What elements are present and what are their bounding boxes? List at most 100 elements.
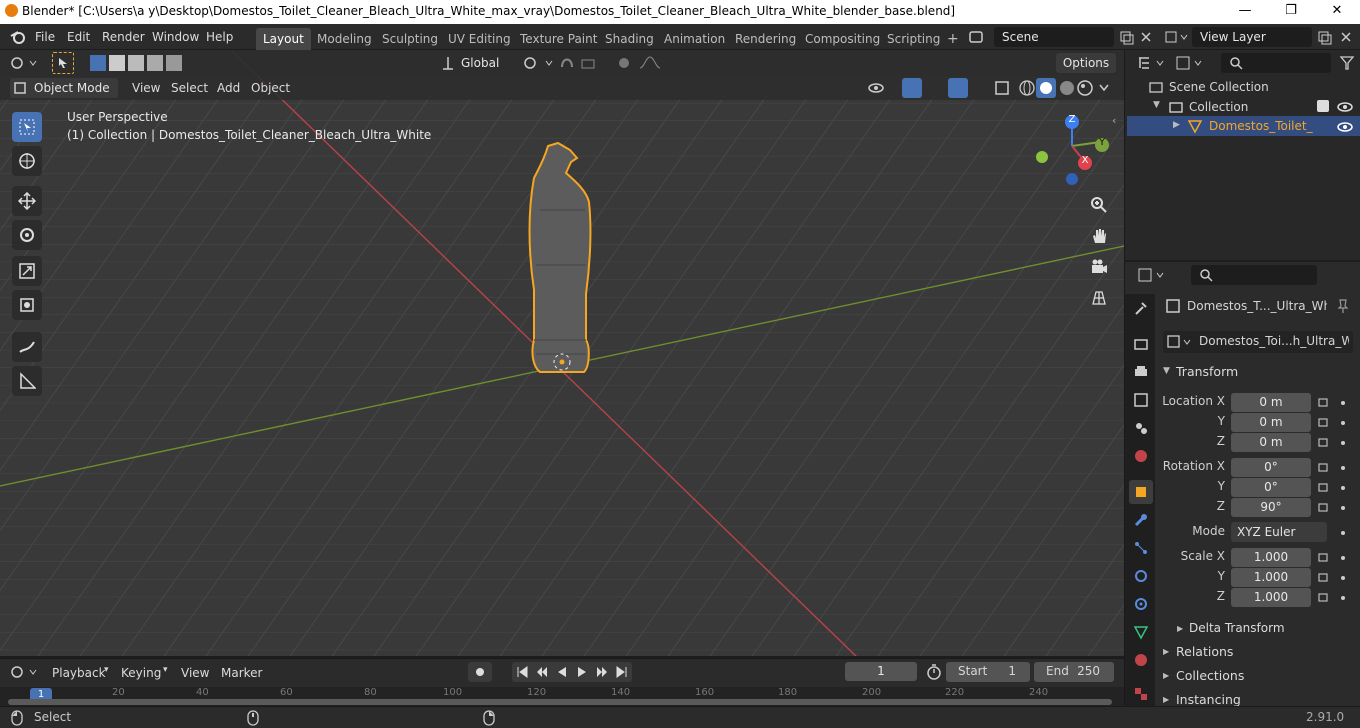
object-mode-dropdown[interactable]: Object Mode: [10, 78, 118, 98]
auto-keying-button[interactable]: [468, 662, 492, 682]
menu-window[interactable]: Window: [152, 28, 199, 46]
viewport-menu-view[interactable]: View: [132, 79, 160, 97]
delta-transform-expand-icon[interactable]: ▶: [1177, 624, 1183, 633]
close-button[interactable]: ✕: [1314, 0, 1360, 24]
jump-start-icon[interactable]: [516, 666, 528, 678]
location-z-field[interactable]: 0 m: [1231, 433, 1311, 452]
rotation-x-field[interactable]: 0°: [1231, 458, 1311, 477]
transform-orientation-dropdown[interactable]: Global: [458, 53, 514, 73]
scale-z-field[interactable]: 1.000: [1231, 588, 1311, 607]
tab-compositing[interactable]: Compositing: [798, 28, 887, 50]
rotation-y-field[interactable]: 0°: [1231, 478, 1311, 497]
playback-controls[interactable]: [512, 662, 632, 682]
play-icon[interactable]: [576, 666, 588, 678]
wireframe-shading-icon[interactable]: [1018, 79, 1036, 97]
collections-expand-icon[interactable]: ▶: [1163, 671, 1169, 680]
proportional-editing-icon[interactable]: [616, 55, 666, 71]
prev-keyframe-icon[interactable]: [536, 666, 548, 678]
menu-render[interactable]: Render: [102, 28, 145, 46]
overlays-toggle-icon[interactable]: [948, 78, 968, 98]
select-mode-new-icon[interactable]: [90, 55, 106, 71]
next-keyframe-icon[interactable]: [596, 666, 608, 678]
tab-uv-editing[interactable]: UV Editing: [441, 28, 518, 50]
tool-annotate[interactable]: [12, 332, 42, 362]
collections-panel-header[interactable]: Collections: [1176, 668, 1244, 683]
properties-object-name[interactable]: Domestos_T..._Ultra_Whit: [1187, 299, 1327, 313]
properties-search-input[interactable]: [1191, 265, 1317, 285]
zoom-view-button[interactable]: [1086, 192, 1112, 218]
delta-transform-header[interactable]: Delta Transform: [1189, 621, 1285, 635]
timeline-ruler[interactable]: 1 20 40 60 80 100 120 140 160 180 200 22…: [0, 687, 1124, 707]
scene-icon[interactable]: [968, 29, 984, 45]
timeline-menu-playback[interactable]: Playback: [52, 664, 106, 682]
outliner-editor-type-icon[interactable]: [1137, 55, 1167, 71]
tab-sculpting[interactable]: Sculpting: [375, 28, 445, 50]
tab-render[interactable]: [1129, 332, 1153, 356]
sidebar-toggle-icon[interactable]: ‹: [1112, 114, 1116, 127]
xray-toggle-icon[interactable]: [994, 80, 1010, 96]
ortho-toggle-button[interactable]: [1086, 285, 1112, 311]
instancing-expand-icon[interactable]: ▶: [1163, 695, 1169, 704]
camera-view-button[interactable]: [1086, 254, 1112, 280]
pin-icon[interactable]: [1335, 298, 1351, 314]
properties-editor-type-icon[interactable]: [1137, 267, 1167, 283]
tab-modifiers[interactable]: [1129, 508, 1153, 532]
tool-move[interactable]: [12, 186, 42, 216]
timeline-menu-marker[interactable]: Marker: [221, 664, 262, 682]
keying-dropdown-icon[interactable]: ▾: [163, 665, 168, 675]
viewport-menu-add[interactable]: Add: [217, 79, 240, 97]
select-mode-subtract-icon[interactable]: [128, 55, 144, 71]
collection-visibility-eye-icon[interactable]: [1337, 100, 1353, 114]
gizmo-toggle-icon[interactable]: [902, 78, 922, 98]
scene-name-field[interactable]: Scene: [994, 27, 1114, 47]
play-reverse-icon[interactable]: [556, 666, 568, 678]
options-dropdown[interactable]: Options: [1056, 53, 1116, 73]
tab-object[interactable]: [1129, 480, 1153, 504]
relations-panel-header[interactable]: Relations: [1176, 644, 1233, 659]
delete-view-layer-icon[interactable]: [1338, 29, 1354, 45]
tab-scripting[interactable]: Scripting: [880, 28, 947, 50]
tool-rotate[interactable]: [12, 220, 42, 250]
transform-panel-header[interactable]: Transform: [1176, 364, 1238, 379]
tool-transform[interactable]: [12, 290, 42, 320]
current-frame-field[interactable]: 1: [845, 662, 917, 681]
pivot-point-icon[interactable]: [522, 55, 556, 71]
scale-x-field[interactable]: 1.000: [1231, 548, 1311, 567]
maximize-button[interactable]: ❐: [1268, 0, 1314, 24]
view-layer-icon[interactable]: [1164, 29, 1190, 45]
tab-layout[interactable]: Layout: [256, 28, 311, 50]
collection-expand-icon[interactable]: ▼: [1153, 100, 1160, 110]
tab-material[interactable]: [1129, 648, 1153, 672]
filter-icon[interactable]: [1339, 55, 1355, 71]
add-workspace-button[interactable]: +: [940, 28, 966, 50]
minimize-button[interactable]: —: [1222, 0, 1268, 24]
object-visibility-eye-icon[interactable]: [1337, 120, 1353, 134]
location-x-field[interactable]: 0 m: [1231, 393, 1311, 412]
tool-select-box[interactable]: [12, 112, 42, 142]
tab-data[interactable]: [1129, 620, 1153, 644]
end-frame-field[interactable]: End 250: [1034, 662, 1114, 682]
solid-shading-icon[interactable]: [1036, 78, 1056, 98]
tool-cursor[interactable]: [12, 146, 42, 176]
select-mode-extend-icon[interactable]: [109, 55, 125, 71]
delete-scene-icon[interactable]: [1138, 29, 1154, 45]
viewport-menu-object[interactable]: Object: [251, 79, 290, 97]
tab-animation[interactable]: Animation: [657, 28, 732, 50]
timeline-editor-type-icon[interactable]: [10, 664, 40, 680]
rendered-shading-icon[interactable]: [1076, 79, 1094, 97]
3d-viewport[interactable]: Global Options Object Mode View Select A…: [0, 50, 1124, 656]
tab-tool[interactable]: [1129, 296, 1153, 320]
instancing-panel-header[interactable]: Instancing: [1176, 692, 1241, 706]
view-layer-name-field[interactable]: View Layer: [1192, 27, 1312, 47]
snap-icon[interactable]: [558, 55, 608, 71]
tab-scene[interactable]: [1129, 416, 1153, 440]
tab-modeling[interactable]: Modeling: [310, 28, 379, 50]
tab-texture[interactable]: [1129, 682, 1153, 706]
stopwatch-icon[interactable]: [926, 664, 942, 680]
lock-and-keyframe-icons[interactable]: [1315, 393, 1355, 609]
tab-particles[interactable]: [1129, 536, 1153, 560]
visibility-eye-icon[interactable]: [868, 80, 894, 96]
copy-scene-icon[interactable]: [1118, 29, 1134, 45]
tab-shading[interactable]: Shading: [598, 28, 661, 50]
copy-view-layer-icon[interactable]: [1316, 29, 1332, 45]
